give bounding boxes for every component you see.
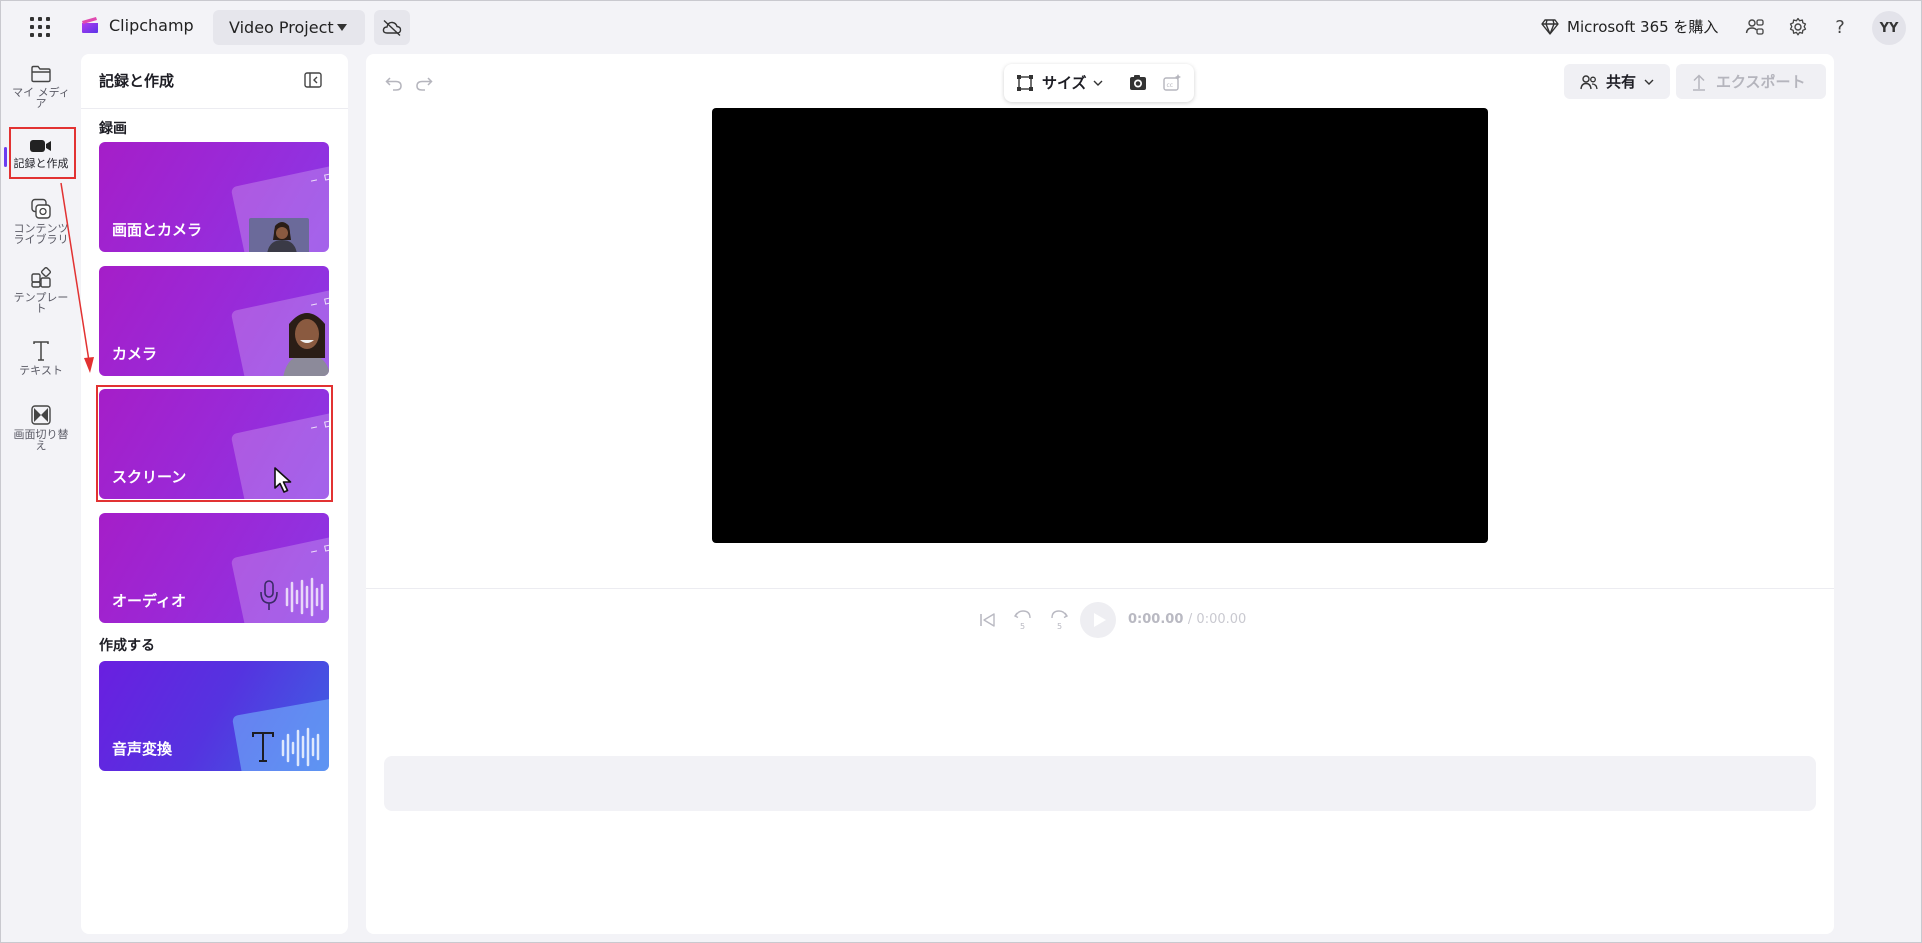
aspect-ratio-icon — [1017, 74, 1033, 91]
aspect-ratio-button[interactable]: サイズ — [1016, 72, 1103, 93]
undo-icon — [385, 77, 402, 91]
video-preview[interactable] — [712, 108, 1488, 543]
svg-text:5: 5 — [1057, 622, 1062, 631]
annotation-highlight-screen-card — [96, 385, 333, 502]
cloud-off-button[interactable] — [374, 10, 410, 45]
upload-icon — [1693, 73, 1705, 91]
audio-card[interactable]: オーディオ — [99, 513, 329, 623]
cloud-off-icon — [382, 19, 402, 36]
folder-icon — [31, 65, 51, 83]
annotation-highlight-rail — [9, 127, 76, 179]
panel-divider — [81, 108, 348, 109]
section-heading-record: 録画 — [99, 121, 127, 137]
forward-5-button[interactable]: 5 — [1046, 602, 1072, 638]
editor-divider — [366, 588, 1834, 589]
library-icon — [31, 198, 51, 219]
left-rail: マイ メディア 記録と作成 コンテンツ ライブラリ テンプレート テキスト 画面… — [0, 54, 80, 934]
card-label: 音声変換 — [112, 740, 173, 758]
caret-down-icon — [337, 24, 347, 31]
time-total: / 0:00.00 — [1187, 612, 1247, 627]
redo-button[interactable] — [412, 72, 436, 96]
text-icon — [33, 341, 49, 361]
playback-time: 0:00.00 / 0:00.00 — [1128, 612, 1246, 627]
timeline-track[interactable] — [384, 756, 1816, 811]
camera-card[interactable]: カメラ — [99, 266, 329, 376]
skip-back-icon — [980, 613, 995, 627]
time-current: 0:00.00 — [1128, 612, 1184, 627]
chevron-down-icon — [1644, 79, 1654, 85]
section-heading-create: 作成する — [99, 638, 155, 654]
rail-item-text[interactable]: テキスト — [7, 340, 75, 376]
avatar[interactable]: YY — [1872, 11, 1906, 45]
help-icon[interactable]: ? — [1828, 15, 1852, 39]
app-name: Clipchamp — [109, 15, 194, 35]
people-icon — [1580, 74, 1598, 89]
person-thumbnail — [249, 218, 309, 252]
play-icon — [1080, 602, 1116, 638]
person-thumbnail — [279, 306, 329, 376]
collapse-panel-icon — [304, 72, 322, 88]
card-label: 画面とカメラ — [112, 221, 203, 239]
buy-microsoft-365-button[interactable]: Microsoft 365 を購入 — [1541, 16, 1718, 37]
rewind-5-icon: 5 — [1013, 610, 1031, 631]
transitions-icon — [31, 405, 51, 425]
svg-text:5: 5 — [1020, 622, 1025, 631]
settings-gear-button[interactable] — [1786, 15, 1810, 39]
brand: Clipchamp — [80, 15, 194, 35]
clipchamp-logo-icon — [82, 17, 98, 33]
rail-item-content-library[interactable]: コンテンツ ライブラリ — [7, 198, 75, 245]
card-label: オーディオ — [112, 592, 186, 610]
text-to-speech-card[interactable]: 音声変換 — [99, 661, 329, 771]
canvas-toolbar: サイズ cc — [1004, 64, 1194, 102]
people-link-icon — [1745, 19, 1764, 35]
project-name: Video Project — [229, 18, 334, 37]
redo-icon — [416, 77, 433, 91]
waffle-icon[interactable] — [28, 15, 52, 39]
skip-to-start-button[interactable] — [976, 602, 1000, 638]
screen-and-camera-card[interactable]: 画面とカメラ — [99, 142, 329, 252]
share-people-icon[interactable] — [1743, 15, 1767, 39]
rewind-5-button[interactable]: 5 — [1010, 602, 1036, 638]
ai-captions-icon[interactable]: cc — [1162, 73, 1182, 93]
gear-icon — [1789, 17, 1807, 36]
panel-title: 記録と作成 — [99, 72, 175, 90]
diamond-icon — [1541, 18, 1559, 35]
rail-item-templates[interactable]: テンプレート — [7, 267, 75, 314]
svg-text:cc: cc — [1167, 82, 1174, 89]
rail-label: コンテンツ ライブラリ — [13, 222, 69, 246]
microphone-waveform-icon — [260, 577, 324, 617]
card-label: カメラ — [112, 345, 158, 363]
collapse-panel-button[interactable] — [301, 68, 325, 92]
size-label: サイズ — [1042, 74, 1087, 92]
buy-label: Microsoft 365 を購入 — [1567, 18, 1719, 36]
rail-item-my-media[interactable]: マイ メディア — [7, 64, 75, 109]
undo-button[interactable] — [382, 72, 406, 96]
forward-5-icon: 5 — [1051, 610, 1069, 631]
text-waveform-icon — [252, 727, 320, 767]
chevron-down-icon — [1093, 80, 1103, 86]
background-removal-icon[interactable] — [1128, 73, 1148, 93]
export-button[interactable]: エクスポート — [1676, 64, 1826, 99]
editor-main: サイズ cc 共有 エクスポート 5 5 0:00.00 / 0:00.00 — [366, 54, 1834, 934]
rail-label: 画面切り替え — [13, 428, 69, 452]
share-button[interactable]: 共有 — [1564, 64, 1670, 99]
rail-item-transitions[interactable]: 画面切り替え — [7, 404, 75, 451]
rail-active-indicator — [4, 147, 7, 167]
rail-label: テキスト — [19, 364, 63, 377]
rail-label: マイ メディア — [12, 86, 70, 110]
project-name-button[interactable]: Video Project — [213, 10, 365, 45]
rail-label: テンプレート — [13, 291, 69, 315]
share-label: 共有 — [1606, 73, 1637, 91]
export-label: エクスポート — [1716, 73, 1806, 91]
top-bar: Clipchamp Video Project Microsoft 365 を購… — [0, 0, 1922, 54]
templates-icon — [31, 267, 52, 288]
play-button[interactable] — [1080, 602, 1116, 638]
